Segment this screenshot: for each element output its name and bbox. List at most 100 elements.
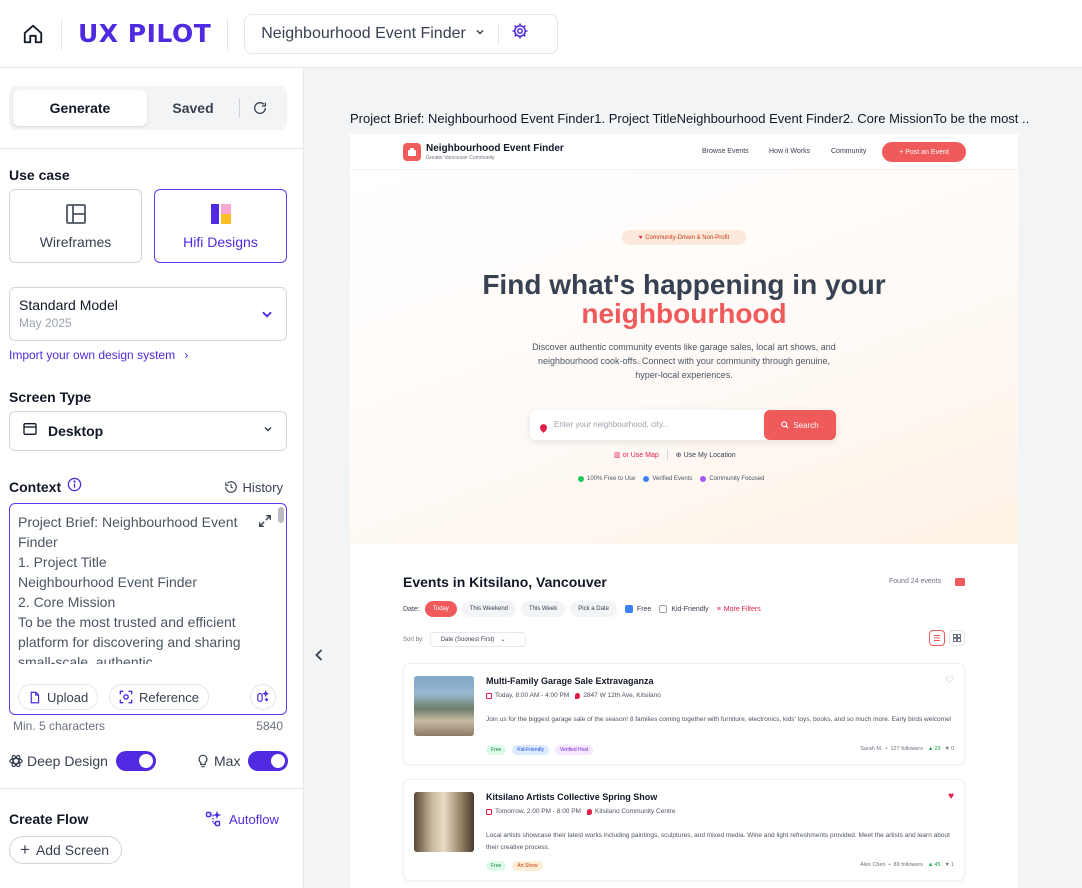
expand-icon[interactable] xyxy=(258,514,272,533)
map-pin-icon xyxy=(540,420,547,438)
design-preview-frame[interactable]: Neighbourhood Event Finder Greater Vanco… xyxy=(350,134,1018,888)
preview-nav-browse: Browse Events xyxy=(702,148,749,155)
thumbs-up-icon: ▲ xyxy=(927,862,934,868)
chevron-down-icon xyxy=(474,25,486,43)
sort-label: Sort by: xyxy=(403,636,424,643)
event-tag: Verified Host xyxy=(554,745,594,755)
info-icon[interactable] xyxy=(67,477,82,497)
sort-select: Date (Soonest First) ⌄ xyxy=(429,632,526,647)
autoflow-icon xyxy=(205,811,221,827)
calendar-icon xyxy=(486,692,492,699)
thumbs-down-icon: ▼ xyxy=(944,862,950,868)
event-card: Kitsilano Artists Collective Spring Show… xyxy=(403,779,965,881)
event-stats: Alex Chen • 89 followers ▲ 45 ▼ 1 xyxy=(860,862,954,868)
import-design-system-link[interactable]: Import your own design system › xyxy=(9,348,188,362)
event-location: 2847 W 12th Ave, Kitsilano xyxy=(583,692,661,699)
more-filters: More Filters xyxy=(723,605,761,613)
autoflow-label: Autoflow xyxy=(229,811,279,827)
create-flow-label: Create Flow xyxy=(9,811,89,827)
context-textarea[interactable]: Project Brief: Neighbourhood Event Finde… xyxy=(9,503,287,715)
event-meta: Tomorrow, 2:00 PM - 8:00 PM Kitsilano Co… xyxy=(486,808,676,815)
event-upvotes: 23 xyxy=(934,746,941,752)
heart-outline-icon: ♡ xyxy=(945,675,954,686)
heart-filled-icon: ♥ xyxy=(948,791,954,802)
preview-description: Discover authentic community events like… xyxy=(532,342,836,380)
event-upvotes: 45 xyxy=(934,862,941,868)
map-icon: ▥ xyxy=(614,452,623,459)
screen-type-label: Screen Type xyxy=(9,389,92,405)
scrollbar-thumb[interactable] xyxy=(278,507,284,523)
file-icon xyxy=(30,691,40,703)
history-label: History xyxy=(242,479,283,495)
canvas-screen-title[interactable]: Project Brief: Neighbourhood Event Finde… xyxy=(350,111,1030,126)
preview-filters: Date: Today This Weekend This Week Pick … xyxy=(403,601,761,617)
crosshair-icon: ⊕ xyxy=(675,452,684,459)
preview-found-count: Found 24 events xyxy=(889,578,942,585)
context-label: Context xyxy=(9,479,62,495)
upload-button[interactable]: Upload xyxy=(18,684,99,710)
thumbs-down-icon: ▼ xyxy=(944,746,950,752)
reference-label: Reference xyxy=(139,689,199,705)
chevron-right-icon: › xyxy=(184,348,189,362)
event-tags: Free Kid-Friendly Verified Host xyxy=(486,745,599,755)
event-host: Alex Chen xyxy=(860,862,886,868)
atom-icon xyxy=(9,754,23,768)
event-time: Today, 8:00 AM - 4:00 PM xyxy=(495,692,570,699)
usecase-hifi[interactable]: Hifi Designs xyxy=(154,189,287,263)
chevron-down-icon: ⌄ xyxy=(500,637,506,643)
event-thumbnail xyxy=(414,676,474,736)
add-screen-button[interactable]: + Add Screen xyxy=(9,836,123,864)
screen-type-value: Desktop xyxy=(48,423,104,439)
event-thumbnail xyxy=(414,792,474,852)
home-icon[interactable] xyxy=(21,22,45,46)
event-stats: Sarah M. • 127 followers ▲ 23 ▼ 0 xyxy=(860,746,954,752)
model-name: Standard Model xyxy=(19,297,118,313)
sidebar: Generate Saved Use case Wireframes Hifi … xyxy=(0,68,304,888)
grid-view-icon xyxy=(949,630,965,646)
preview-use-location: Use My Location xyxy=(683,451,736,459)
context-header: Context History xyxy=(9,477,283,497)
project-selector[interactable]: Neighbourhood Event Finder xyxy=(244,13,559,54)
gear-icon[interactable] xyxy=(511,22,529,45)
filter-kid-friendly: Kid-Friendly xyxy=(659,605,709,613)
preview-use-map: or Use Map xyxy=(622,451,659,459)
event-location: Kitsilano Community Centre xyxy=(594,808,676,815)
event-tags: Free Art Show xyxy=(486,861,549,871)
divider xyxy=(227,17,229,50)
layout-icon xyxy=(64,202,88,226)
usecase-label: Hifi Designs xyxy=(183,234,258,250)
event-tag: Kid-Friendly xyxy=(512,745,549,755)
max-toggle-row: Max xyxy=(196,751,289,771)
context-text[interactable]: Project Brief: Neighbourhood Event Finde… xyxy=(18,512,258,664)
preview-badge-text: Community-Driven & Non-Profit xyxy=(645,234,730,241)
history-button[interactable]: History xyxy=(224,480,283,495)
deep-design-toggle-row: Deep Design xyxy=(9,751,156,771)
event-description: Local artists showcase their latest work… xyxy=(486,832,950,851)
refresh-icon[interactable] xyxy=(240,100,280,116)
calendar-icon xyxy=(486,808,492,815)
feature-label: Verified Events xyxy=(652,476,693,482)
tab-generate[interactable]: Generate xyxy=(13,90,147,126)
preview-nav-how: How it Works xyxy=(769,148,811,155)
screen-type-selector[interactable]: Desktop xyxy=(9,411,287,451)
tab-saved[interactable]: Saved xyxy=(147,90,239,126)
autoflow-button[interactable]: Autoflow xyxy=(205,811,279,827)
deep-design-label: Deep Design xyxy=(27,753,108,769)
enhance-prompt-icon[interactable] xyxy=(250,684,276,710)
usecase-wireframes[interactable]: Wireframes xyxy=(9,189,142,263)
add-screen-label: Add Screen xyxy=(35,842,110,858)
toggle-knob xyxy=(138,754,153,768)
max-toggle[interactable] xyxy=(248,751,289,771)
feature-item: Verified Events xyxy=(643,476,692,482)
history-icon xyxy=(224,481,237,493)
divider xyxy=(61,17,62,50)
deep-design-toggle[interactable] xyxy=(115,751,156,771)
event-title: Kitsilano Artists Collective Spring Show xyxy=(486,792,658,802)
preview-search-placeholder: Enter your neighbourhood, city... xyxy=(554,420,670,429)
collapse-sidebar-icon[interactable] xyxy=(311,646,327,669)
app-logo: UX PILOT xyxy=(78,19,212,48)
reference-button[interactable]: Reference xyxy=(109,684,209,710)
feature-label: 100% Free to Use xyxy=(587,476,636,482)
preview-logo-icon xyxy=(403,143,421,161)
model-selector[interactable]: Standard Model May 2025 xyxy=(9,287,287,341)
